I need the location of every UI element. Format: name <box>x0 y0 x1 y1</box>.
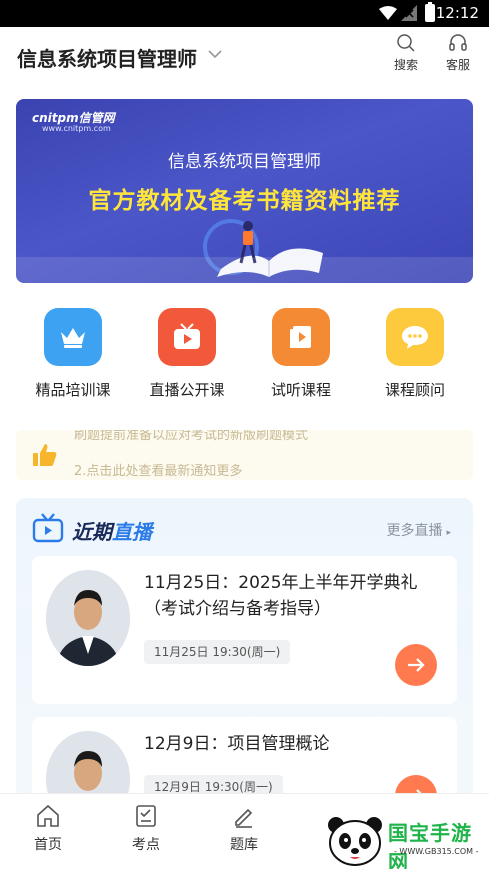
live-card[interactable]: 11月25日：2025年上半年开学典礼（考试介绍与备考指导） 11月25日 19… <box>32 556 457 704</box>
headset-icon <box>449 34 467 51</box>
notice-text-2: 2.点击此处查看最新通知更多 <box>74 464 243 479</box>
customer-service-button[interactable]: 客服 <box>438 33 478 79</box>
watermark: 国宝手游网 - WWW.GB315.COM - <box>310 803 489 869</box>
tv-play-icon <box>158 308 216 366</box>
app-header: 信息系统项目管理师 搜索 客服 <box>0 27 489 87</box>
tv-icon <box>32 513 64 543</box>
home-icon <box>37 804 59 827</box>
nav-home[interactable]: 首页 <box>18 804 78 854</box>
banner-wave <box>16 257 473 283</box>
more-live-label: 更多直播 <box>386 523 443 539</box>
quick-menu-trial-course[interactable]: 试听课程 <box>251 308 351 400</box>
nav-label: 首页 <box>34 837 62 853</box>
quick-menu-course-advisor[interactable]: 课程顾问 <box>365 308 465 400</box>
quick-menu-premium-course[interactable]: 精品培训课 <box>23 308 123 400</box>
promo-banner[interactable]: cnitpm信管网 www.cnitpm.com 信息系统项目管理师 官方教材及… <box>16 99 473 283</box>
watermark-url: - WWW.GB315.COM - <box>394 847 479 856</box>
search-label: 搜索 <box>393 58 418 72</box>
search-icon <box>397 34 415 52</box>
search-button[interactable]: 搜索 <box>386 33 426 79</box>
nav-key-points[interactable]: 考点 <box>116 804 176 854</box>
quick-menu-label: 精品培训课 <box>35 381 111 399</box>
nav-label: 考点 <box>132 837 160 853</box>
status-time: 12:12 <box>435 4 479 22</box>
banner-logo-url: www.cnitpm.com <box>42 124 111 133</box>
caret-right-icon: ▸ <box>446 528 451 538</box>
live-card-time: 11月25日 19:30(周一) <box>144 640 291 664</box>
pencil-icon <box>235 808 253 828</box>
avatar <box>46 570 130 666</box>
thumbs-up-icon <box>33 444 57 466</box>
arrow-right-icon <box>408 658 425 672</box>
crown-icon <box>44 308 102 366</box>
signal-icon <box>401 5 417 21</box>
go-button[interactable] <box>395 644 437 686</box>
chat-bubble-icon <box>386 308 444 366</box>
section-title-b: 直播 <box>112 520 152 544</box>
notice-bar[interactable]: 刷题提前准备以应对考试的新版刷题模式 2.点击此处查看最新通知更多 <box>16 430 473 480</box>
live-card-title: 12月9日：项目管理概论 <box>144 734 330 754</box>
quick-menu-label: 课程顾问 <box>384 381 445 399</box>
checklist-icon <box>136 805 156 827</box>
battery-icon <box>425 2 435 22</box>
nav-label: 题库 <box>230 837 258 853</box>
live-section: 近期直播 更多直播 ▸ 11月25日：2025年上半年开学典礼（考试介绍与备考指导… <box>16 498 473 798</box>
live-card-title: 11月25日：2025年上半年开学典礼（考试介绍与备考指导） <box>144 573 418 619</box>
notice-text-1: 刷题提前准备以应对考试的新版刷题模式 <box>74 430 309 443</box>
section-title: 近期直播 <box>72 516 152 545</box>
chevron-down-icon[interactable] <box>208 47 222 61</box>
banner-subtitle: 官方教材及备考书籍资料推荐 <box>88 188 401 214</box>
status-bar: 12:12 <box>0 0 489 27</box>
panda-logo <box>328 817 382 866</box>
wifi-icon <box>379 6 397 20</box>
banner-title: 信息系统项目管理师 <box>168 152 321 172</box>
avatar <box>46 731 130 798</box>
quick-menu-label: 试听课程 <box>270 381 331 399</box>
book-play-icon <box>272 308 330 366</box>
page-title[interactable]: 信息系统项目管理师 <box>17 43 197 72</box>
service-label: 客服 <box>445 58 470 72</box>
more-live-link[interactable]: 更多直播 ▸ <box>386 520 451 540</box>
watermark-text: 国宝手游网 <box>388 821 472 869</box>
section-title-a: 近期 <box>72 520 112 544</box>
live-card[interactable]: 12月9日：项目管理概论 12月9日 19:30(周一) <box>32 717 457 798</box>
quick-menu-live-class[interactable]: 直播公开课 <box>137 308 237 400</box>
quick-menu-label: 直播公开课 <box>149 381 225 399</box>
nav-question-bank[interactable]: 题库 <box>214 804 274 854</box>
